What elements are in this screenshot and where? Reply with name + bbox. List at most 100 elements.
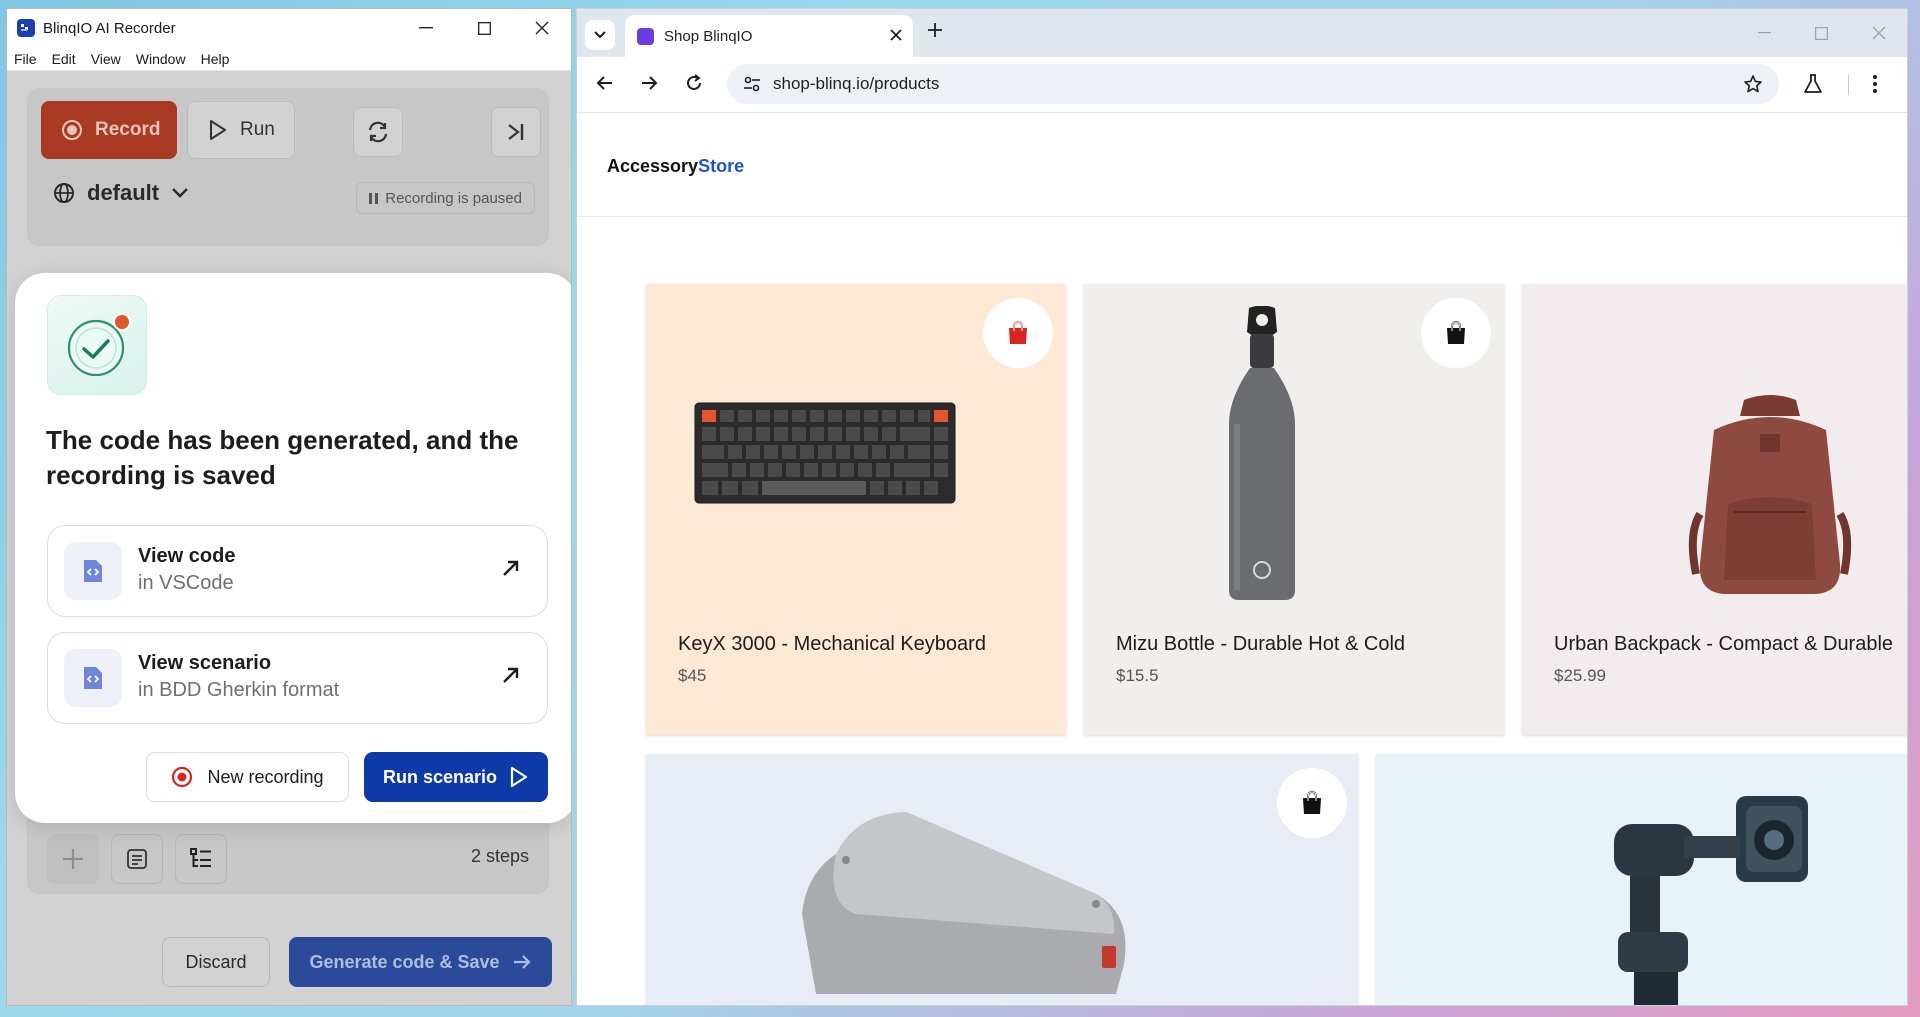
product-price: $45 (678, 666, 707, 685)
product-card[interactable]: Urban Backpack - Compact & Durable $25.9… (1522, 284, 1907, 735)
product-price: $25.99 (1554, 666, 1606, 685)
shopping-bag-icon (1009, 321, 1027, 344)
brand-main: Accessory (607, 156, 699, 176)
new-recording-button[interactable]: New recording (146, 752, 349, 802)
minimize-button[interactable] (397, 9, 455, 47)
view-scenario-title: View scenario (138, 652, 272, 674)
new-tab-plus-icon[interactable] (927, 22, 943, 38)
bottle-product-image (1229, 306, 1295, 600)
tab-search-button[interactable] (585, 20, 615, 50)
view-code-subtitle: in VSCode (138, 572, 234, 594)
forward-arrow-icon[interactable] (639, 73, 659, 93)
close-button[interactable] (513, 9, 571, 47)
product-card[interactable] (1376, 754, 1907, 1005)
code-file-icon (64, 542, 122, 600)
product-card[interactable]: Mizu Bottle - Durable Hot & Cold $15.5 (1084, 284, 1504, 735)
add-to-cart-button[interactable] (1277, 768, 1347, 838)
product-card[interactable] (646, 754, 1358, 1005)
refresh-icon (368, 121, 388, 143)
product-price: $15.5 (1116, 666, 1159, 685)
pause-icon (369, 192, 379, 204)
keyboard-product-image (694, 402, 956, 504)
product-name[interactable]: KeyX 3000 - Mechanical Keyboard (678, 633, 986, 656)
back-arrow-icon[interactable] (595, 73, 615, 93)
browser-minimize-button[interactable] (1736, 9, 1793, 57)
power-bank-product-image (802, 812, 1126, 994)
environment-selector[interactable]: default (53, 180, 189, 206)
chevron-down-icon (594, 31, 606, 39)
browser-maximize-button[interactable] (1793, 9, 1850, 57)
browser-toolbar: shop-blinq.io/products (577, 57, 1907, 113)
menu-file[interactable]: File (14, 51, 37, 67)
brand-accent: Store (698, 156, 745, 176)
skip-to-end-button[interactable] (491, 107, 541, 157)
product-name[interactable]: Mizu Bottle - Durable Hot & Cold (1116, 633, 1405, 656)
gimbal-camera-product-image (1614, 796, 1808, 1005)
record-button[interactable]: Record (41, 101, 177, 159)
steps-panel: 2 steps (27, 812, 549, 894)
recorder-titlebar: BlinqIO AI Recorder (7, 9, 571, 47)
reload-icon[interactable] (684, 73, 704, 93)
browser-close-button[interactable] (1850, 9, 1907, 57)
run-label: Run (240, 119, 275, 140)
add-to-cart-button[interactable] (1421, 298, 1491, 368)
view-code-title: View code (138, 545, 236, 567)
recorder-controls-panel: Record Run default Recording is paused (27, 88, 549, 246)
arrow-right-icon (513, 955, 531, 969)
generate-code-label: Generate code & Save (309, 951, 500, 972)
bookmark-star-icon[interactable] (1743, 74, 1763, 94)
view-scenario-option[interactable]: View scenario in BDD Gherkin format (47, 632, 548, 724)
external-link-arrow-icon (503, 667, 519, 683)
shop-favicon-icon (637, 27, 654, 45)
backpack-product-image (1688, 395, 1852, 594)
play-icon (210, 120, 226, 140)
recording-status-badge: Recording is paused (356, 182, 535, 214)
code-generated-dialog: The code has been generated, and the rec… (15, 273, 571, 823)
product-card[interactable]: KeyX 3000 - Mechanical Keyboard $45 (646, 284, 1066, 735)
address-bar[interactable]: shop-blinq.io/products (727, 64, 1779, 104)
tab-shop-blinqio[interactable]: Shop BlinqIO (625, 15, 913, 57)
recorder-menubar: File Edit View Window Help (7, 47, 571, 71)
checklist-button[interactable] (111, 834, 163, 884)
browser-window: Shop BlinqIO shop-blinq.io/products Acce… (576, 8, 1908, 1006)
run-button[interactable]: Run (187, 101, 295, 159)
site-settings-icon[interactable] (739, 71, 765, 97)
plus-icon (63, 849, 83, 869)
menu-edit[interactable]: Edit (52, 51, 76, 67)
products-page: AccessoryStore KeyX 3000 - Mechanical Ke… (577, 113, 1907, 1005)
menu-help[interactable]: Help (201, 51, 230, 67)
environment-label: default (87, 180, 160, 205)
maximize-button[interactable] (455, 9, 513, 47)
external-link-arrow-icon (503, 560, 519, 576)
globe-icon (54, 183, 74, 203)
menu-view[interactable]: View (91, 51, 121, 67)
new-recording-label: New recording (207, 766, 324, 787)
steps-list-button[interactable] (175, 834, 227, 884)
add-step-button[interactable] (47, 834, 99, 884)
run-scenario-button[interactable]: Run scenario (364, 752, 548, 802)
record-icon (62, 120, 82, 140)
toolbar-separator (1848, 75, 1849, 95)
product-name[interactable]: Urban Backpack - Compact & Durable (1554, 633, 1893, 656)
store-brand-logo[interactable]: AccessoryStore (607, 156, 744, 177)
more-menu-icon[interactable] (1872, 73, 1878, 95)
record-label: Record (95, 119, 161, 140)
recorder-title: BlinqIO AI Recorder (43, 19, 176, 37)
skip-end-icon (508, 124, 524, 140)
close-icon[interactable] (889, 28, 903, 42)
refresh-button[interactable] (353, 107, 403, 157)
labs-flask-icon[interactable] (1803, 73, 1823, 95)
steps-count: 2 steps (470, 846, 529, 866)
view-code-option[interactable]: View code in VSCode (47, 525, 548, 617)
checklist-icon (127, 849, 147, 869)
menu-window[interactable]: Window (136, 51, 186, 67)
scenario-file-icon (64, 649, 122, 707)
recorder-window: BlinqIO AI Recorder File Edit View Windo… (6, 8, 572, 1006)
generate-code-button[interactable]: Generate code & Save (289, 937, 552, 987)
dialog-title: The code has been generated, and the rec… (46, 425, 519, 490)
recording-status-text: Recording is paused (385, 189, 522, 207)
blinqio-logo-icon (17, 19, 35, 37)
discard-button[interactable]: Discard (162, 937, 270, 987)
add-to-cart-button[interactable] (983, 298, 1053, 368)
tab-title: Shop BlinqIO (664, 27, 753, 45)
